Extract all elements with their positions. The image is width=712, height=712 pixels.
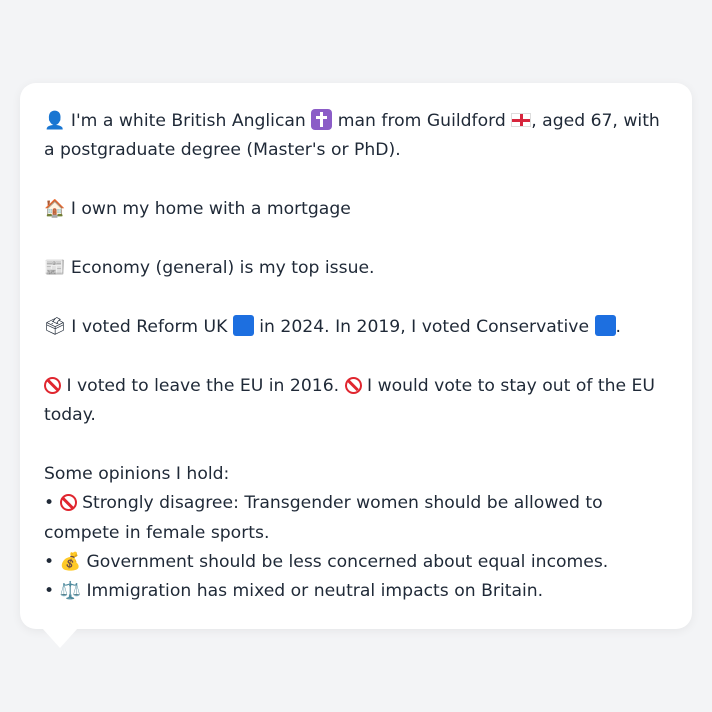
opinion-item: • 💰 Government should be less concerned … — [44, 548, 668, 577]
opinion-text: Government should be less concerned abou… — [86, 552, 609, 573]
latin-cross-icon — [311, 109, 333, 130]
person-silhouette-icon: 👤 — [44, 111, 66, 131]
vote-text-2: in 2024. In 2019, I voted Conservative — [259, 316, 590, 337]
issue-text: Economy (general) is my top issue. — [70, 258, 375, 278]
vote-paragraph: 🗳 I voted Reform UK in 2024. In 2019, I … — [44, 313, 668, 342]
bullet: • — [44, 493, 55, 514]
prohibited-icon — [59, 494, 77, 512]
intro-text-1: I'm a white British Anglican — [70, 111, 306, 131]
newspaper-icon: 📰 — [44, 258, 66, 278]
issue-paragraph: 📰 Economy (general) is my top issue. — [44, 254, 668, 283]
intro-text-2: man from Guildford — [337, 111, 506, 131]
ballot-box-icon: 🗳 — [44, 316, 66, 337]
blue-square-icon — [594, 314, 616, 336]
blue-square-icon — [232, 314, 254, 336]
opinion-item: • ⚖️ Immigration has mixed or neutral im… — [44, 577, 668, 606]
vote-text-1: I voted Reform UK — [71, 316, 228, 337]
vote-text-3: . — [615, 316, 621, 337]
bullet: • — [44, 581, 55, 602]
housing-text: I own my home with a mortgage — [70, 199, 351, 220]
persona-card: 👤 I'm a white British Anglican man from … — [20, 83, 692, 629]
opinion-text: Immigration has mixed or neutral impacts… — [86, 581, 544, 602]
prohibited-icon — [44, 376, 61, 394]
speech-bubble-tail — [42, 628, 78, 648]
prohibited-icon — [344, 376, 362, 394]
housing-paragraph: 🏠 I own my home with a mortgage — [44, 195, 668, 224]
eu-text-1: I voted to leave the EU in 2016. — [66, 375, 340, 396]
eu-paragraph: I voted to leave the EU in 2016. I would… — [44, 372, 668, 431]
england-flag-icon — [511, 113, 532, 127]
intro-paragraph: 👤 I'm a white British Anglican man from … — [44, 107, 668, 166]
opinion-text: Strongly disagree: Transgender women sho… — [44, 493, 603, 543]
balance-scale-icon: ⚖️ — [59, 581, 82, 602]
opinions-heading: Some opinions I hold: — [44, 463, 230, 484]
house-icon: 🏠 — [44, 199, 66, 220]
opinion-item: • Strongly disagree: Transgender women s… — [44, 489, 668, 548]
bullet: • — [44, 552, 55, 573]
money-bag-icon: 💰 — [59, 552, 82, 573]
